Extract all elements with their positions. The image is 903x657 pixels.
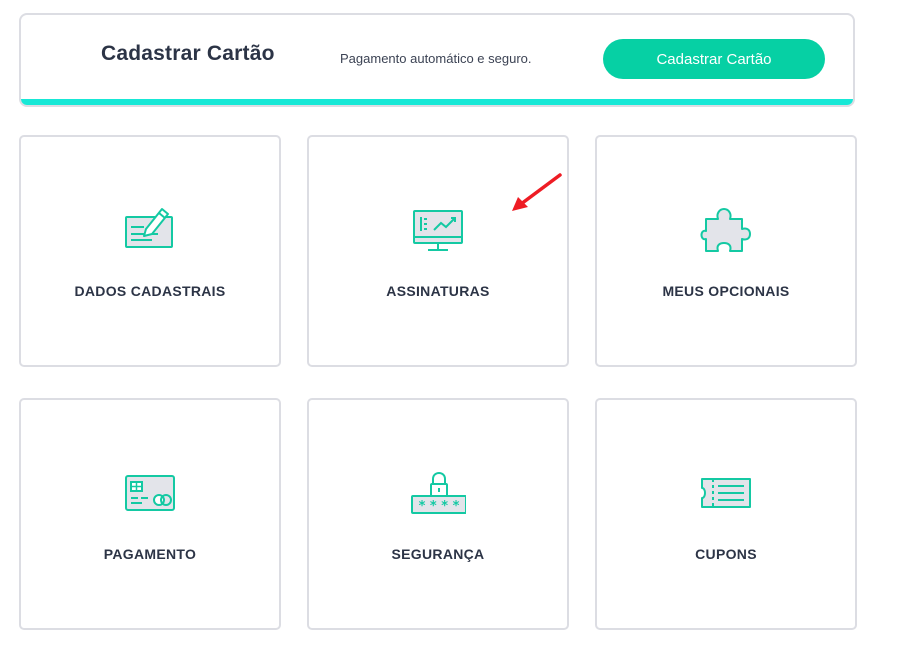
lock-password-icon: * * * * [410,466,466,522]
puzzle-piece-icon [698,203,754,259]
card-label: MEUS OPCIONAIS [662,283,790,299]
pencil-form-icon [122,203,178,259]
banner-subtitle: Pagamento automático e seguro. [340,51,532,66]
monitor-chart-icon [410,203,466,259]
card-label: DADOS CADASTRAIS [74,283,226,299]
svg-text:* * * *: * * * * [419,499,460,514]
banner-accent-bar [21,99,853,105]
credit-card-icon [122,466,178,522]
red-arrow-icon [512,173,562,211]
card-dados-cadastrais[interactable]: DADOS CADASTRAIS [19,135,281,367]
card-seguranca[interactable]: * * * * SEGURANÇA [307,398,569,630]
card-label: SEGURANÇA [391,546,485,562]
register-card-banner: Cadastrar Cartão Pagamento automático e … [19,13,855,107]
register-card-button[interactable]: Cadastrar Cartão [603,39,825,79]
card-meus-opcionais[interactable]: MEUS OPCIONAIS [595,135,857,367]
card-pagamento[interactable]: PAGAMENTO [19,398,281,630]
banner-title: Cadastrar Cartão [101,42,275,65]
ticket-icon [698,466,754,522]
card-cupons[interactable]: CUPONS [595,398,857,630]
card-label: CUPONS [695,546,757,562]
card-label: PAGAMENTO [103,546,197,562]
card-label: ASSINATURAS [386,283,490,299]
